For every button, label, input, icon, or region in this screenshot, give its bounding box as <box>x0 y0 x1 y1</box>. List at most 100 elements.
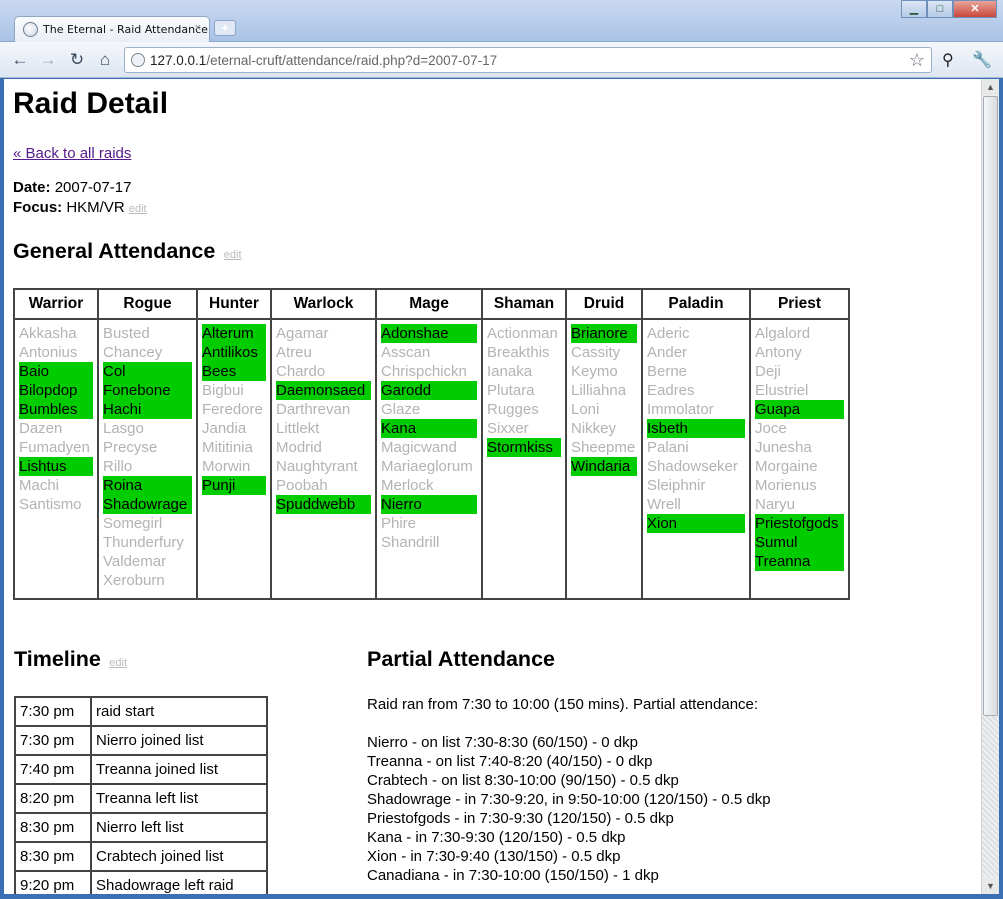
scroll-down-arrow-icon[interactable]: ▼ <box>982 878 999 894</box>
member-name[interactable]: Antonius <box>19 343 93 362</box>
member-name[interactable]: Aderic <box>647 324 745 343</box>
member-name[interactable]: Keymo <box>571 362 637 381</box>
member-name[interactable]: Phire <box>381 514 477 533</box>
scrollbar-thumb[interactable] <box>983 96 998 716</box>
member-name[interactable]: Nierro <box>381 495 477 514</box>
browser-tab[interactable]: The Eternal - Raid Attendance × <box>14 16 210 42</box>
member-name[interactable]: Algalord <box>755 324 844 343</box>
member-name[interactable]: Berne <box>647 362 745 381</box>
member-name[interactable]: Elustriel <box>755 381 844 400</box>
url-text[interactable]: 127.0.0.1/eternal-cruft/attendance/raid.… <box>150 53 497 68</box>
member-name[interactable]: Atreu <box>276 343 371 362</box>
member-name[interactable]: Agamar <box>276 324 371 343</box>
member-name[interactable]: Kana <box>381 419 477 438</box>
member-name[interactable]: Akkasha <box>19 324 93 343</box>
member-name[interactable]: Roina <box>103 476 192 495</box>
member-name[interactable]: Lishtus <box>19 457 93 476</box>
member-name[interactable]: Jandia <box>202 419 266 438</box>
member-name[interactable]: Shandrill <box>381 533 477 552</box>
member-name[interactable]: Garodd <box>381 381 477 400</box>
member-name[interactable]: Merlock <box>381 476 477 495</box>
member-name[interactable]: Chancey <box>103 343 192 362</box>
member-name[interactable]: Mititinia <box>202 438 266 457</box>
new-tab-button[interactable]: + <box>214 20 236 36</box>
member-name[interactable]: Windaria <box>571 457 637 476</box>
member-name[interactable]: Mariaeglorum <box>381 457 477 476</box>
member-name[interactable]: Col <box>103 362 192 381</box>
minimize-button[interactable]: ▁ <box>901 0 927 18</box>
member-name[interactable]: Actionman <box>487 324 561 343</box>
tab-close-icon[interactable]: × <box>195 22 201 34</box>
member-name[interactable]: Loni <box>571 400 637 419</box>
member-name[interactable]: Machi <box>19 476 93 495</box>
member-name[interactable]: Bigbui <box>202 381 266 400</box>
member-name[interactable]: Asscan <box>381 343 477 362</box>
member-name[interactable]: Shadowrage <box>103 495 192 514</box>
member-name[interactable]: Isbeth <box>647 419 745 438</box>
member-name[interactable]: Valdemar <box>103 552 192 571</box>
member-name[interactable]: Rillo <box>103 457 192 476</box>
member-name[interactable]: Lilliahna <box>571 381 637 400</box>
member-name[interactable]: Dazen <box>19 419 93 438</box>
member-name[interactable]: Xion <box>647 514 745 533</box>
member-name[interactable]: Nikkey <box>571 419 637 438</box>
member-name[interactable]: Spuddwebb <box>276 495 371 514</box>
scrollbar-track[interactable] <box>982 716 999 877</box>
member-name[interactable]: Palani <box>647 438 745 457</box>
member-name[interactable]: Bilopdop <box>19 381 93 400</box>
page-menu-icon[interactable]: ⚲ <box>942 50 954 70</box>
member-name[interactable]: Sumul <box>755 533 844 552</box>
member-name[interactable]: Poobah <box>276 476 371 495</box>
member-name[interactable]: Antony <box>755 343 844 362</box>
member-name[interactable]: Morwin <box>202 457 266 476</box>
edit-timeline-link[interactable]: edit <box>109 657 127 669</box>
member-name[interactable]: Baio <box>19 362 93 381</box>
member-name[interactable]: Stormkiss <box>487 438 561 457</box>
member-name[interactable]: Shadowseker <box>647 457 745 476</box>
member-name[interactable]: Daemonsaed <box>276 381 371 400</box>
member-name[interactable]: Morgaine <box>755 457 844 476</box>
member-name[interactable]: Morienus <box>755 476 844 495</box>
member-name[interactable]: Sleiphnir <box>647 476 745 495</box>
member-name[interactable]: Ianaka <box>487 362 561 381</box>
close-window-button[interactable]: ✕ <box>953 0 997 18</box>
member-name[interactable]: Magicwand <box>381 438 477 457</box>
member-name[interactable]: Darthrevan <box>276 400 371 419</box>
member-name[interactable]: Thunderfury <box>103 533 192 552</box>
member-name[interactable]: Somegirl <box>103 514 192 533</box>
member-name[interactable]: Antilikos <box>202 343 266 362</box>
member-name[interactable]: Santismo <box>19 495 93 514</box>
member-name[interactable]: Cassity <box>571 343 637 362</box>
member-name[interactable]: Sheepme <box>571 438 637 457</box>
bookmark-star-icon[interactable]: ☆ <box>909 50 925 71</box>
member-name[interactable]: Plutara <box>487 381 561 400</box>
member-name[interactable]: Guapa <box>755 400 844 419</box>
member-name[interactable]: Adonshae <box>381 324 477 343</box>
member-name[interactable]: Wrell <box>647 495 745 514</box>
member-name[interactable]: Joce <box>755 419 844 438</box>
member-name[interactable]: Feredore <box>202 400 266 419</box>
member-name[interactable]: Punji <box>202 476 266 495</box>
member-name[interactable]: Treanna <box>755 552 844 571</box>
wrench-icon[interactable]: 🔧 <box>972 50 992 70</box>
member-name[interactable]: Bees <box>202 362 266 381</box>
member-name[interactable]: Brianore <box>571 324 637 343</box>
member-name[interactable]: Ander <box>647 343 745 362</box>
vertical-scrollbar[interactable]: ▲ ▼ <box>981 79 999 894</box>
member-name[interactable]: Naryu <box>755 495 844 514</box>
member-name[interactable]: Chardo <box>276 362 371 381</box>
member-name[interactable]: Littlekt <box>276 419 371 438</box>
member-name[interactable]: Deji <box>755 362 844 381</box>
member-name[interactable]: Bumbles <box>19 400 93 419</box>
member-name[interactable]: Priestofgods <box>755 514 844 533</box>
edit-attendance-link[interactable]: edit <box>224 249 242 261</box>
member-name[interactable]: Busted <box>103 324 192 343</box>
back-arrow-icon[interactable]: ← <box>9 50 31 70</box>
member-name[interactable]: Sixxer <box>487 419 561 438</box>
member-name[interactable]: Xeroburn <box>103 571 192 590</box>
member-name[interactable]: Precyse <box>103 438 192 457</box>
member-name[interactable]: Alterum <box>202 324 266 343</box>
reload-icon[interactable]: ↻ <box>66 50 88 70</box>
member-name[interactable]: Lasgo <box>103 419 192 438</box>
home-icon[interactable]: ⌂ <box>94 50 116 70</box>
